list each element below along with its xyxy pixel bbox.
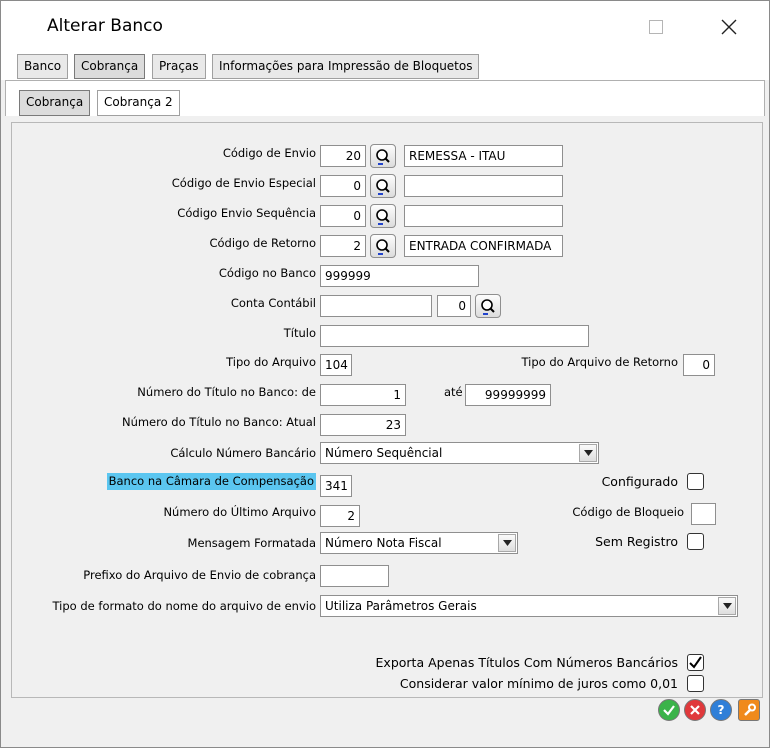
codigo-retorno-label: Código de Retorno [209, 236, 316, 250]
tab-informacoes-impressao[interactable]: Informações para Impressão de Bloquetos [212, 54, 480, 79]
tab-pracas[interactable]: Praças [152, 54, 206, 79]
ok-button[interactable] [658, 699, 680, 721]
codigo-envio-sequencia-desc [404, 205, 563, 227]
tipo-formato-value: Utiliza Parâmetros Gerais [325, 599, 477, 613]
search-icon [376, 239, 390, 255]
mensagem-formatada-value: Número Nota Fiscal [325, 536, 442, 550]
tools-button[interactable] [738, 699, 760, 721]
help-button[interactable]: ? [710, 699, 732, 721]
numero-titulo-atual-input[interactable]: 23 [320, 414, 406, 436]
codigo-banco-label: Código no Banco [218, 266, 316, 280]
tipo-formato-label: Tipo de formato do nome do arquivo de en… [52, 599, 316, 613]
banco-camara-input[interactable]: 341 [320, 475, 352, 497]
numero-ultimo-arquivo-input[interactable]: 2 [320, 505, 360, 527]
calculo-numero-value: Número Sequêncial [325, 446, 443, 460]
numero-titulo-atual-label: Número do Título no Banco: Atual [121, 415, 316, 429]
numero-titulo-de-label: Número do Título no Banco: de [137, 385, 316, 399]
help-icon: ? [717, 703, 725, 717]
conta-contabil-search-button[interactable] [475, 294, 501, 318]
codigo-envio-sequencia-label: Código Envio Sequência [177, 206, 316, 220]
search-icon [481, 299, 495, 315]
cancel-icon [690, 705, 700, 715]
search-icon [376, 209, 390, 225]
conta-contabil-input[interactable] [320, 295, 432, 317]
tipo-arquivo-retorno-input[interactable]: 0 [683, 354, 715, 376]
tipo-formato-select[interactable]: Utiliza Parâmetros Gerais [320, 595, 738, 617]
codigo-envio-especial-desc [404, 175, 563, 197]
codigo-retorno-desc: ENTRADA CONFIRMADA [404, 235, 563, 257]
numero-ultimo-arquivo-label: Número do Último Arquivo [163, 505, 316, 519]
titulo-input[interactable] [320, 325, 589, 347]
titulo-label: Título [283, 326, 316, 340]
tipo-arquivo-label: Tipo do Arquivo [226, 355, 316, 369]
considerar-valor-label: Considerar valor mínimo de juros como 0,… [399, 676, 678, 691]
codigo-envio-label: Código de Envio [222, 146, 316, 160]
tipo-arquivo-input[interactable]: 104 [320, 354, 352, 376]
title-bar: Alterar Banco [1, 1, 769, 53]
codigo-banco-input[interactable]: 999999 [320, 265, 479, 287]
codigo-envio-sequencia-search-button[interactable] [370, 204, 396, 228]
codigo-bloqueio-input[interactable] [691, 503, 716, 525]
banco-camara-label: Banco na Câmara de Compensação [106, 473, 316, 490]
conta-contabil-label: Conta Contábil [230, 296, 316, 310]
maximize-button[interactable] [626, 1, 686, 53]
checkmark-icon [663, 705, 675, 716]
maximize-icon [649, 20, 663, 34]
main-tab-bar: Banco Cobrança Praças Informações para I… [1, 53, 769, 80]
sem-registro-label: Sem Registro [595, 534, 678, 549]
tab-banco[interactable]: Banco [17, 54, 69, 79]
ate-input[interactable]: 99999999 [465, 384, 551, 406]
tab-informacoes-label: Informações para Impressão de Bloquetos [219, 59, 473, 73]
subtab-cobranca-label: Cobrança [26, 95, 84, 109]
prefixo-arquivo-label: Prefixo do Arquivo de Envio de cobrança [83, 568, 316, 582]
tipo-arquivo-retorno-label: Tipo do Arquivo de Retorno [521, 355, 679, 369]
check-icon [689, 656, 702, 669]
chevron-down-icon[interactable] [498, 534, 516, 552]
alterar-banco-window: Alterar Banco Banco Cobrança Praças Info… [0, 0, 770, 748]
search-icon [376, 149, 390, 165]
subtab-cobranca-2-label: Cobrança 2 [104, 95, 173, 109]
exporta-apenas-label: Exporta Apenas Títulos Com Números Bancá… [375, 655, 678, 670]
codigo-retorno-input[interactable]: 2 [320, 235, 366, 257]
codigo-envio-especial-label: Código de Envio Especial [171, 176, 316, 190]
calculo-numero-label: Cálculo Número Bancário [170, 446, 316, 460]
configurado-checkbox[interactable] [687, 473, 704, 490]
codigo-envio-especial-search-button[interactable] [370, 174, 396, 198]
sem-registro-checkbox[interactable] [687, 533, 704, 550]
codigo-envio-input[interactable]: 20 [320, 145, 366, 167]
tab-cobranca[interactable]: Cobrança [74, 54, 146, 79]
chevron-down-icon[interactable] [718, 597, 736, 615]
conta-contabil-code-input[interactable]: 0 [437, 295, 471, 317]
ate-label: até [444, 385, 463, 399]
tab-banco-label: Banco [24, 59, 62, 73]
close-icon [721, 19, 737, 35]
mensagem-formatada-label: Mensagem Formatada [187, 536, 316, 550]
tab-cobranca-label: Cobrança [81, 59, 139, 73]
exporta-apenas-checkbox[interactable] [687, 654, 704, 671]
codigo-envio-especial-input[interactable]: 0 [320, 175, 366, 197]
mensagem-formatada-select[interactable]: Número Nota Fiscal [320, 532, 518, 554]
subtab-cobranca-2[interactable]: Cobrança 2 [97, 90, 180, 116]
cancel-button[interactable] [684, 699, 706, 721]
codigo-envio-sequencia-input[interactable]: 0 [320, 205, 366, 227]
codigo-envio-desc: REMESSA - ITAU [404, 145, 563, 167]
calculo-numero-select[interactable]: Número Sequêncial [320, 442, 599, 464]
considerar-valor-checkbox[interactable] [687, 675, 704, 692]
prefixo-arquivo-input[interactable] [320, 565, 389, 587]
codigo-retorno-search-button[interactable] [370, 234, 396, 258]
subtab-cobranca[interactable]: Cobrança [19, 90, 91, 116]
tab-pracas-label: Praças [159, 59, 199, 73]
codigo-envio-search-button[interactable] [370, 144, 396, 168]
window-title: Alterar Banco [47, 16, 163, 36]
configurado-label: Configurado [601, 474, 678, 489]
codigo-bloqueio-label: Código de Bloqueio [572, 505, 684, 519]
wrench-icon [744, 703, 756, 716]
numero-titulo-de-input[interactable]: 1 [320, 384, 406, 406]
chevron-down-icon[interactable] [579, 444, 597, 462]
sub-tab-bar: Cobrança Cobrança 2 [5, 80, 765, 116]
search-icon [376, 179, 390, 195]
close-button[interactable] [699, 1, 759, 53]
